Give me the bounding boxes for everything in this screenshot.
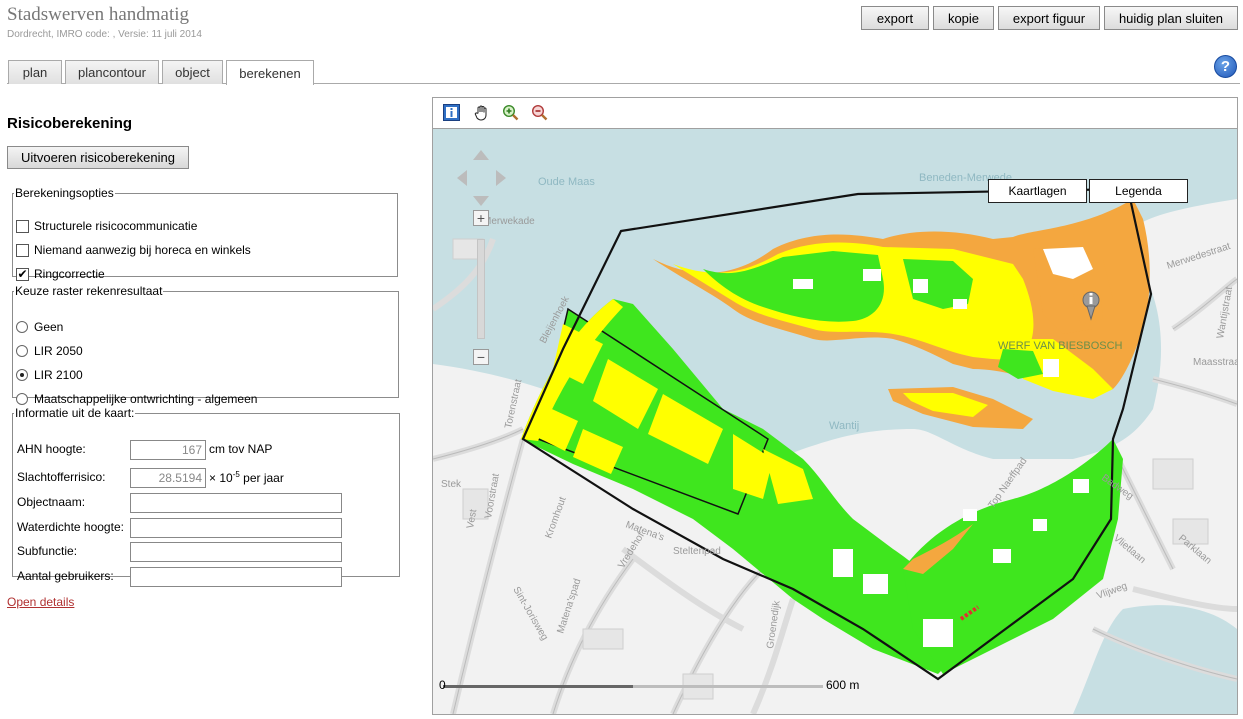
slachtoffer-field[interactable]: 28.5194	[130, 468, 206, 488]
map-graphic: Oude Maas Beneden-Merwede Wantij Merweka…	[433, 129, 1237, 714]
raster-option-lir2100[interactable]: LIR 2100	[16, 366, 83, 384]
unit-prefix: × 10	[209, 471, 233, 485]
run-calculation-button[interactable]: Uitvoeren risicoberekening	[7, 146, 189, 169]
scale-end-label: 600 m	[826, 678, 860, 692]
tab-object[interactable]: object	[162, 60, 223, 84]
unit-exponent: -5	[232, 470, 240, 479]
subfunctie-label: Subfunctie:	[17, 544, 78, 558]
export-figuur-button[interactable]: export figuur	[998, 6, 1100, 30]
checkbox-structurele[interactable]	[16, 219, 29, 233]
raster-label: Maatschappelijke ontwrichting - algemeen	[34, 392, 258, 406]
gebruikers-field[interactable]	[130, 567, 342, 587]
option-niemand[interactable]: Niemand aanwezig bij horeca en winkels	[16, 241, 251, 259]
waterdicht-label: Waterdichte hoogte:	[17, 520, 124, 534]
map-panel: Oude Maas Beneden-Merwede Wantij Merweka…	[432, 97, 1238, 715]
zoom-in-button[interactable]: +	[473, 210, 489, 226]
raster-option-geen[interactable]: Geen	[16, 318, 63, 336]
raster-choice-legend: Keuze raster rekenresultaat	[15, 284, 163, 298]
scale-start-label: 0	[439, 678, 446, 692]
label-werf-van-biesbosch: WERF VAN BIESBOSCH	[998, 340, 1123, 352]
option-ringcorrectie[interactable]: ✔ Ringcorrectie	[16, 265, 105, 283]
raster-label: Geen	[34, 320, 64, 334]
zoom-out-icon[interactable]	[530, 103, 548, 121]
label-merwekade: Merwekade	[483, 216, 535, 227]
section-title: Risicoberekening	[7, 115, 133, 132]
radio-lir2100-selected[interactable]	[16, 369, 28, 381]
option-label: Ringcorrectie	[34, 267, 105, 281]
label-stek: Stek	[441, 479, 462, 490]
unit-suffix: per jaar	[239, 471, 284, 485]
raster-label: LIR 2050	[34, 344, 83, 358]
ahn-unit: cm tov NAP	[209, 442, 273, 456]
scale-bar	[443, 685, 823, 688]
kopie-button[interactable]: kopie	[933, 6, 994, 30]
map-canvas[interactable]: Oude Maas Beneden-Merwede Wantij Merweka…	[433, 129, 1237, 714]
objectnaam-field[interactable]	[130, 493, 342, 513]
waterdicht-field[interactable]	[130, 518, 342, 538]
subfunctie-field[interactable]	[130, 542, 342, 562]
option-label: Niemand aanwezig bij horeca en winkels	[34, 243, 251, 257]
option-label: Structurele risicocommunicatie	[34, 219, 198, 233]
slachtoffer-label: Slachtofferrisico:	[17, 470, 106, 484]
map-info-group: Informatie uit de kaart: AHN hoogte: 167…	[12, 406, 400, 587]
label-wantij: Wantij	[829, 420, 859, 432]
export-button[interactable]: export	[861, 6, 929, 30]
label-stelten: Steltenpad	[673, 546, 721, 557]
info-icon[interactable]	[442, 103, 460, 121]
gebruikers-label: Aantal gebruikers:	[17, 569, 114, 583]
close-plan-button[interactable]: huidig plan sluiten	[1104, 6, 1238, 30]
tab-plancontour[interactable]: plancontour	[65, 60, 159, 84]
map-info-legend: Informatie uit de kaart:	[15, 406, 135, 420]
raster-choice-group: Keuze raster rekenresultaat Geen LIR 205…	[12, 284, 399, 406]
raster-label: LIR 2100	[34, 368, 83, 382]
ahn-field[interactable]: 167	[130, 440, 206, 460]
app-subtitle: Dordrecht, IMRO code: , Versie: 11 juli …	[7, 29, 202, 40]
slachtoffer-unit: × 10-5 per jaar	[209, 470, 284, 485]
app-title: Stadswerven handmatig	[7, 4, 190, 25]
tab-berekenen[interactable]: berekenen	[226, 60, 314, 85]
zoom-slider[interactable]	[477, 239, 485, 339]
map-toolbar	[433, 98, 1237, 129]
open-details-link[interactable]: Open details	[7, 595, 74, 609]
tab-plan[interactable]: plan	[8, 60, 62, 84]
checkbox-niemand[interactable]	[16, 243, 29, 257]
help-icon[interactable]: ?	[1214, 55, 1237, 78]
option-structurele[interactable]: Structurele risicocommunicatie	[16, 217, 197, 235]
label-oude-maas: Oude Maas	[538, 176, 595, 188]
kaartlagen-button[interactable]: Kaartlagen	[988, 179, 1087, 203]
checkbox-ringcorrectie-checked[interactable]: ✔	[16, 267, 29, 281]
raster-option-lir2050[interactable]: LIR 2050	[16, 342, 83, 360]
legenda-button[interactable]: Legenda	[1089, 179, 1188, 203]
radio-ontwrichting[interactable]	[16, 393, 28, 405]
objectnaam-label: Objectnaam:	[17, 495, 86, 509]
ahn-label: AHN hoogte:	[17, 442, 86, 456]
radio-lir2050[interactable]	[16, 345, 28, 357]
calculation-options-legend: Berekeningsopties	[15, 186, 114, 200]
zoom-in-icon[interactable]	[501, 103, 519, 121]
pan-hand-icon[interactable]	[472, 103, 490, 121]
calculation-options-group: Berekeningsopties Structurele risicocomm…	[12, 186, 398, 281]
zoom-out-button[interactable]: −	[473, 349, 489, 365]
radio-geen[interactable]	[16, 321, 28, 333]
label-maasstraat: Maasstraat	[1193, 357, 1237, 368]
